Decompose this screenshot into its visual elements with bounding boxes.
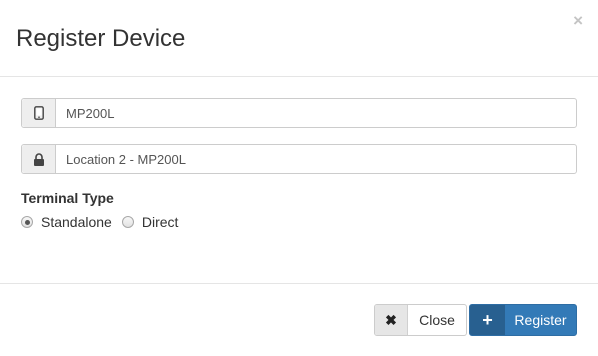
device-name-group <box>21 98 577 128</box>
dialog-header: Register Device × <box>0 0 598 77</box>
register-button[interactable]: + Register <box>469 304 577 336</box>
radio-standalone[interactable] <box>21 216 33 228</box>
close-button-label: Close <box>419 312 455 328</box>
device-name-input[interactable] <box>56 99 576 127</box>
close-button[interactable]: ✖ Close <box>374 304 467 336</box>
register-device-dialog: Register Device × Terminal Type Standalo… <box>0 0 598 356</box>
mobile-phone-icon <box>22 99 56 127</box>
lock-icon <box>22 145 56 173</box>
radio-standalone-label[interactable]: Standalone <box>41 214 112 230</box>
location-group <box>21 144 577 174</box>
close-icon[interactable]: × <box>573 12 583 30</box>
dialog-title: Register Device <box>16 25 186 52</box>
register-button-label: Register <box>514 312 567 328</box>
times-icon: ✖ <box>375 305 408 335</box>
dialog-footer: ✖ Close + Register <box>0 283 598 356</box>
terminal-type-label: Terminal Type <box>21 190 114 206</box>
location-input[interactable] <box>56 145 576 173</box>
terminal-type-radio-group: Standalone Direct <box>21 214 188 230</box>
radio-direct[interactable] <box>121 216 134 228</box>
plus-icon: + <box>470 305 505 335</box>
radio-direct-label[interactable]: Direct <box>142 214 179 230</box>
